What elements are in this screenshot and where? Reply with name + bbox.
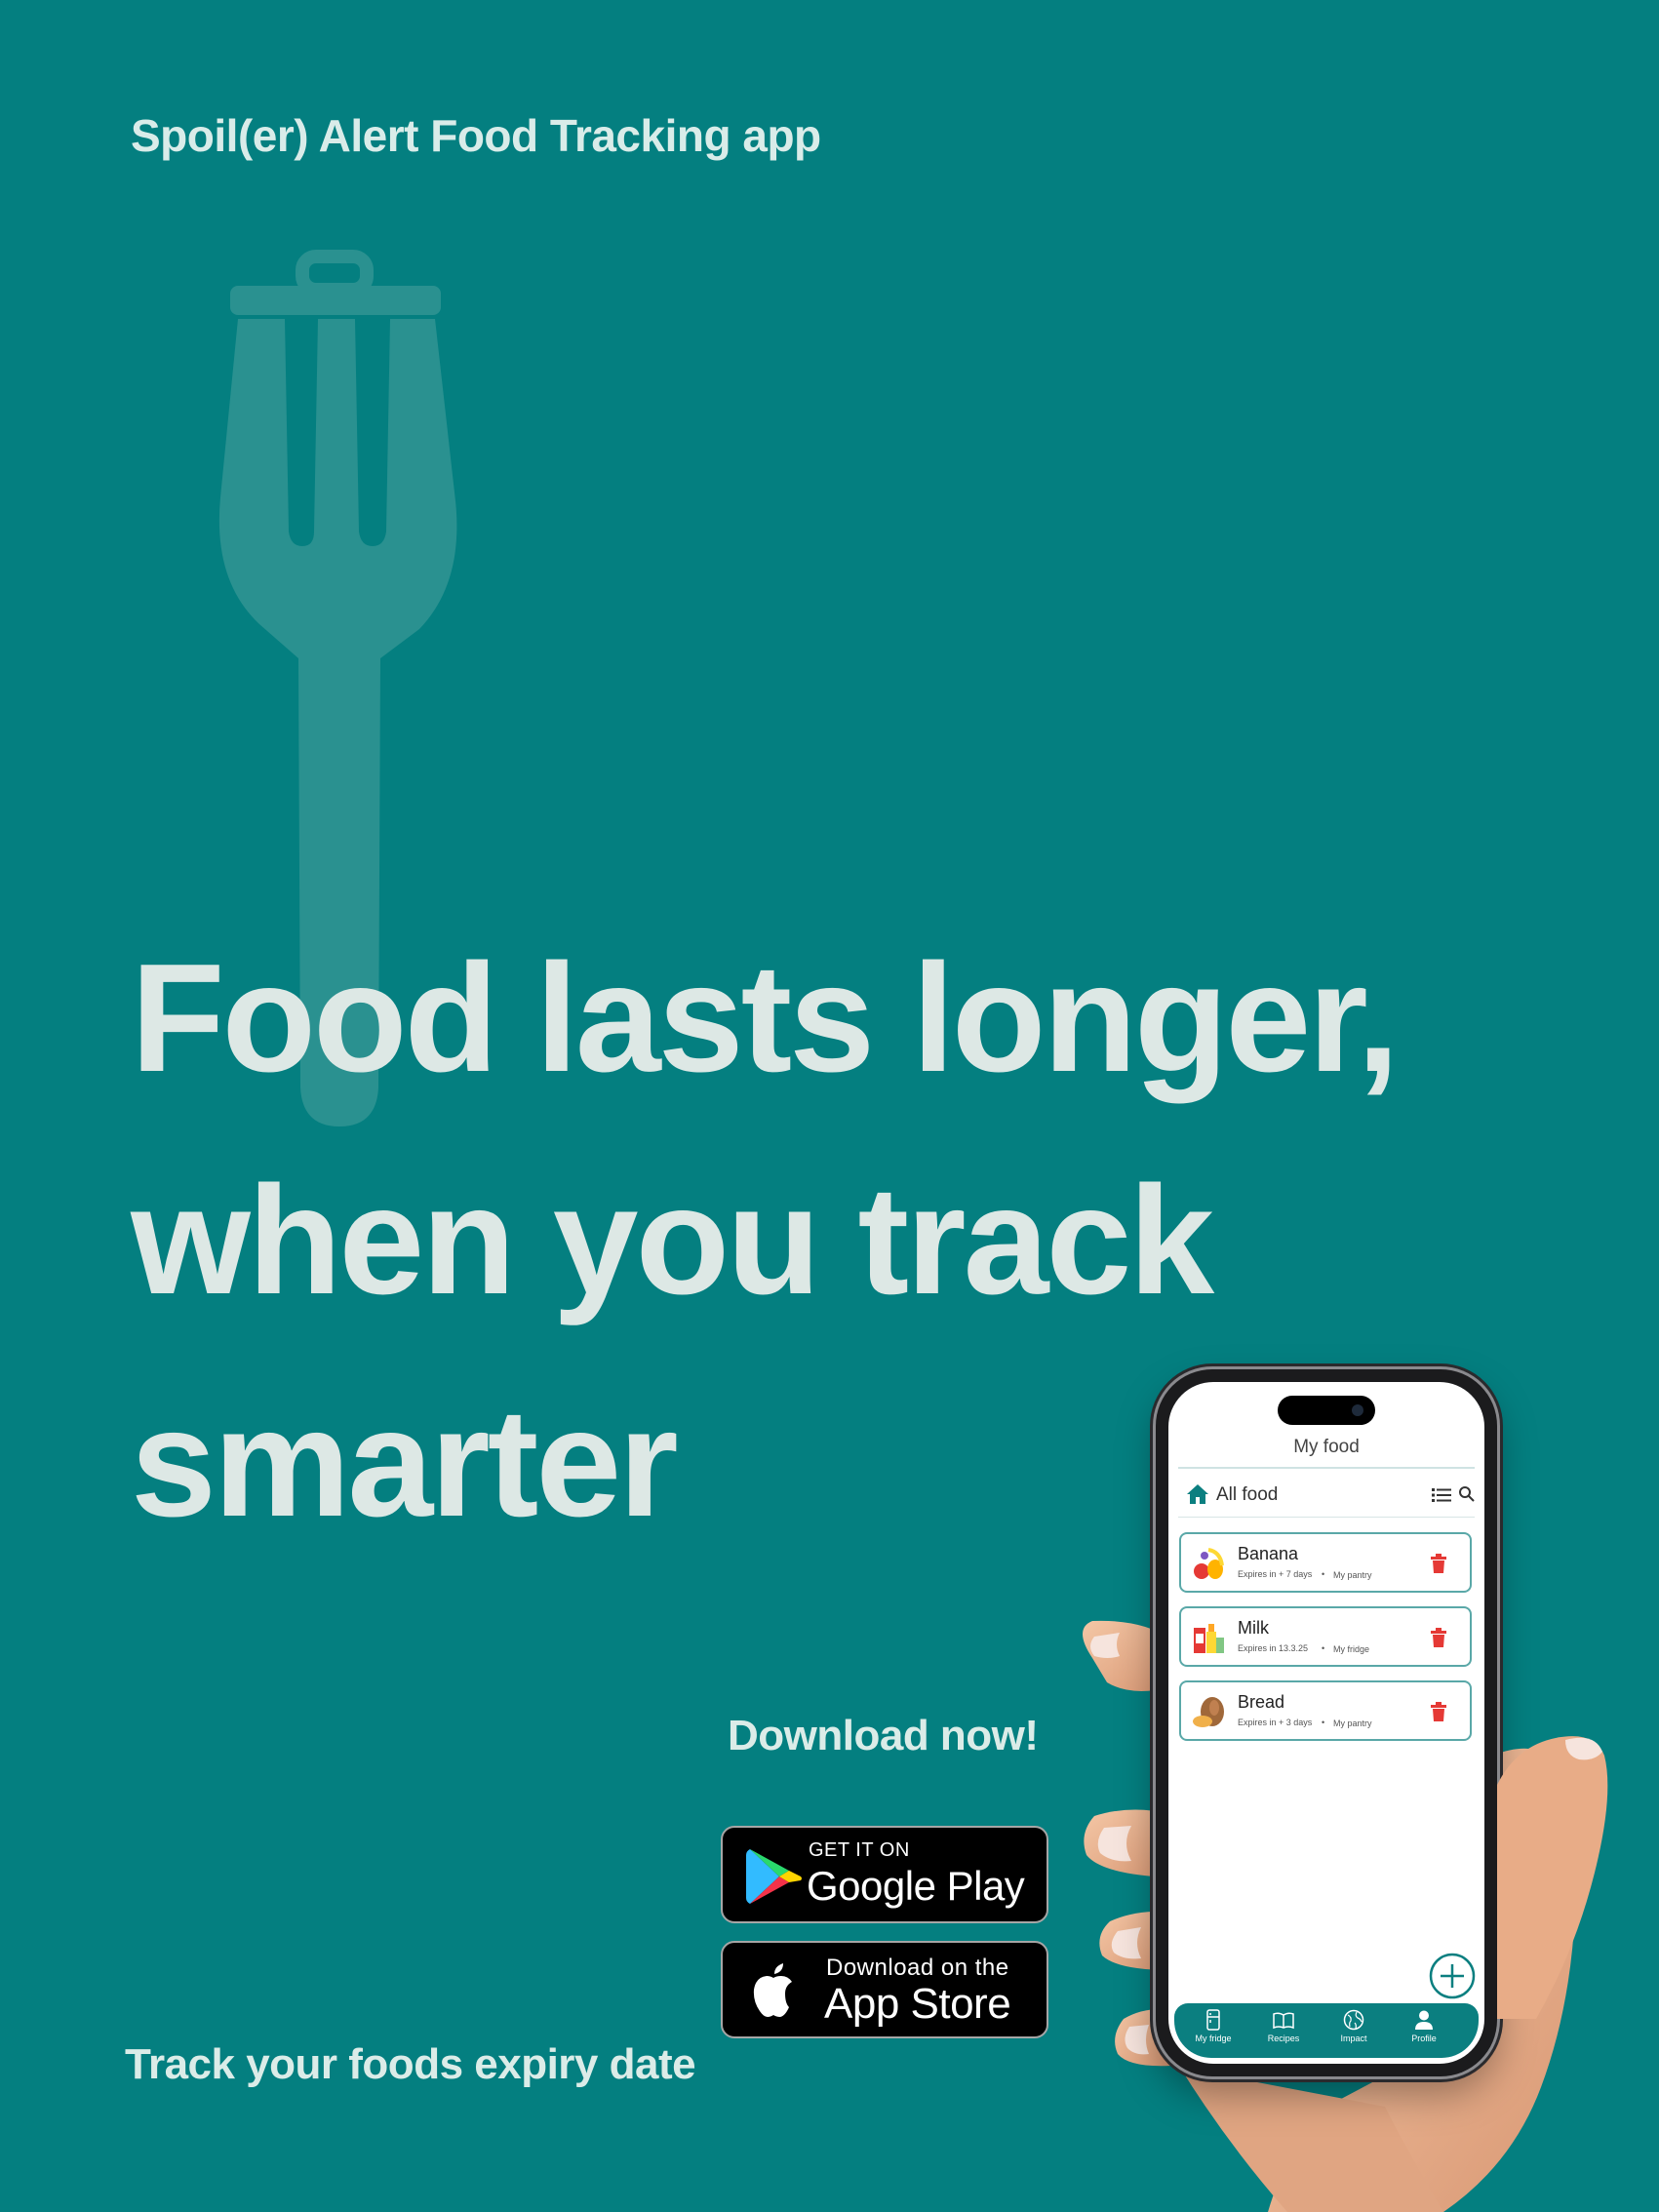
list-icon[interactable] bbox=[1432, 1487, 1451, 1503]
google-badge-small: GET IT ON bbox=[809, 1839, 910, 1861]
google-play-icon bbox=[746, 1849, 802, 1904]
app-name: Spoil(er) Alert Food Tracking app bbox=[131, 110, 821, 161]
nav-label: Impact bbox=[1340, 2034, 1367, 2043]
filter-bar: All food bbox=[1186, 1480, 1475, 1511]
trash-icon[interactable] bbox=[1431, 1628, 1446, 1647]
nav-profile[interactable]: Profile bbox=[1393, 2009, 1455, 2043]
book-icon bbox=[1273, 2012, 1294, 2030]
nav-label: Profile bbox=[1411, 2034, 1437, 2043]
nav-label: My fridge bbox=[1195, 2034, 1232, 2043]
separator: • bbox=[1322, 1718, 1325, 1727]
dynamic-island bbox=[1278, 1396, 1375, 1425]
poster: Spoil(er) Alert Food Tracking app Food l… bbox=[0, 0, 1659, 2212]
filter-label[interactable]: All food bbox=[1216, 1484, 1278, 1506]
screen-title: My food bbox=[1293, 1437, 1360, 1457]
nav-recipes[interactable]: Recipes bbox=[1252, 2009, 1315, 2043]
divider bbox=[1178, 1517, 1475, 1518]
headline-line-2: when you track bbox=[131, 1155, 1214, 1326]
phone-mockup: My food All food Banana Expires in + 7 d… bbox=[1156, 1369, 1497, 2076]
add-food-button[interactable] bbox=[1429, 1953, 1476, 1999]
nav-label: Recipes bbox=[1267, 2034, 1300, 2043]
separator: • bbox=[1322, 1643, 1325, 1653]
food-name: Banana bbox=[1238, 1544, 1299, 1563]
phone-screen: My food All food Banana Expires in + 7 d… bbox=[1168, 1382, 1484, 2064]
apple-icon bbox=[753, 1963, 792, 2017]
separator: • bbox=[1322, 1569, 1325, 1579]
food-item-banana[interactable]: Banana Expires in + 7 days • My pantry bbox=[1179, 1532, 1472, 1593]
apple-badge-big: App Store bbox=[824, 1980, 1011, 2028]
dairy-icon bbox=[1194, 1624, 1224, 1653]
food-name: Milk bbox=[1238, 1618, 1269, 1638]
nav-my-fridge[interactable]: My fridge bbox=[1182, 2009, 1244, 2043]
food-item-bread[interactable]: Bread Expires in + 3 days • My pantry bbox=[1179, 1680, 1472, 1741]
download-now-label: Download now! bbox=[728, 1712, 1039, 1759]
food-expiry: Expires in + 3 days bbox=[1238, 1718, 1313, 1727]
nav-impact[interactable]: Impact bbox=[1323, 2009, 1385, 2043]
trash-icon[interactable] bbox=[1431, 1554, 1446, 1573]
trash-icon[interactable] bbox=[1431, 1702, 1446, 1721]
food-expiry: Expires in + 7 days bbox=[1238, 1569, 1313, 1579]
food-location: My pantry bbox=[1333, 1718, 1372, 1728]
thumb-image bbox=[1497, 1736, 1608, 2019]
apple-badge-small: Download on the bbox=[826, 1955, 1009, 1981]
fruit-icon bbox=[1194, 1548, 1224, 1579]
headline-line-1: Food lasts longer, bbox=[131, 932, 1400, 1104]
google-badge-big: Google Play bbox=[807, 1863, 1025, 1909]
divider bbox=[1178, 1467, 1475, 1469]
app-store-badge[interactable]: Download on the App Store bbox=[721, 1941, 1048, 2038]
search-icon[interactable] bbox=[1458, 1485, 1476, 1503]
food-expiry: Expires in 13.3.25 bbox=[1238, 1643, 1309, 1653]
google-play-badge[interactable]: GET IT ON Google Play bbox=[721, 1826, 1048, 1923]
bottom-nav: My fridge Recipes Impact Profile bbox=[1174, 2003, 1479, 2058]
globe-icon bbox=[1343, 2009, 1364, 2031]
food-item-milk[interactable]: Milk Expires in 13.3.25 • My fridge bbox=[1179, 1606, 1472, 1667]
bread-icon bbox=[1193, 1697, 1224, 1727]
home-icon[interactable] bbox=[1186, 1483, 1209, 1505]
fridge-icon bbox=[1206, 2009, 1220, 2031]
profile-icon bbox=[1415, 2010, 1433, 2030]
food-location: My pantry bbox=[1333, 1570, 1372, 1580]
food-location: My fridge bbox=[1333, 1644, 1370, 1654]
tagline: Track your foods expiry date bbox=[125, 2040, 696, 2088]
food-name: Bread bbox=[1238, 1692, 1285, 1712]
